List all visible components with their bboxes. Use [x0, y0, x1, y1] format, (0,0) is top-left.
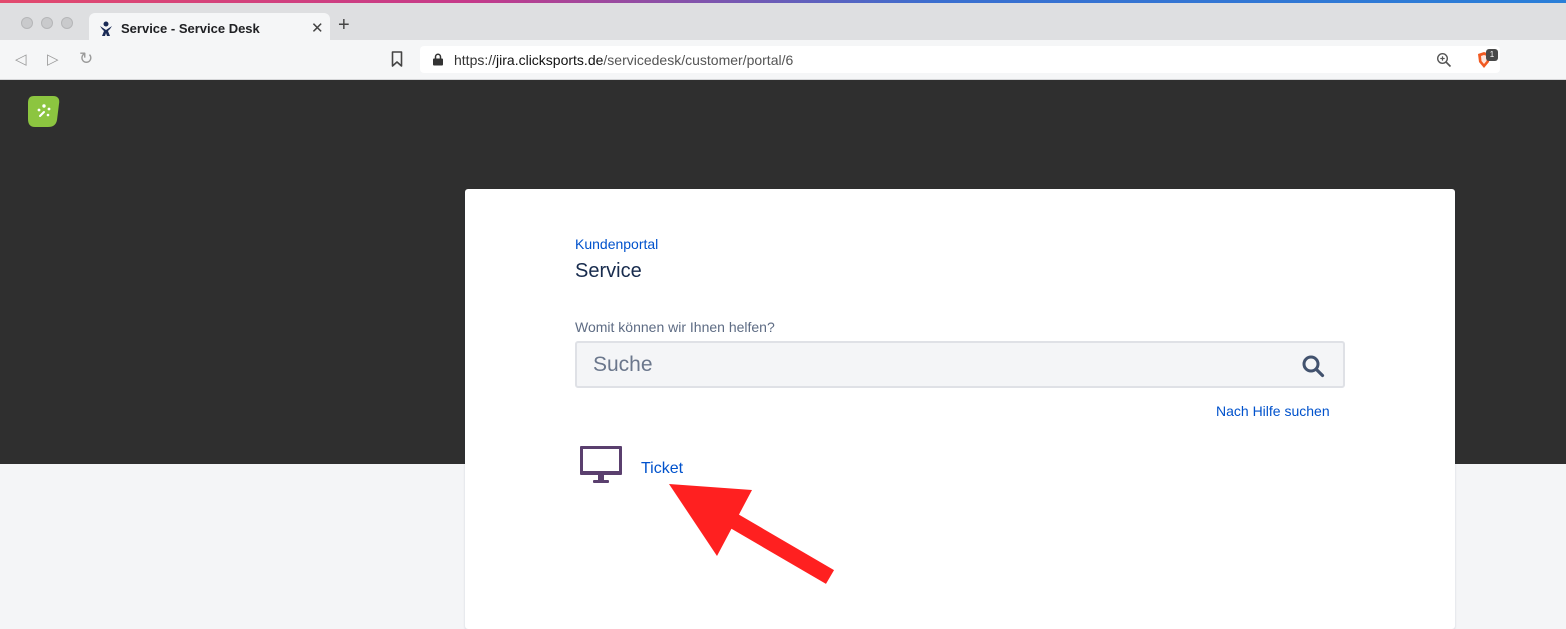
- zoom-icon[interactable]: [1436, 52, 1452, 68]
- url-scheme: https://: [454, 52, 497, 68]
- browser-toolbar: ◁ ▷ ↻ https://jira.clicksports.de/servic…: [0, 40, 1566, 80]
- window-minimize-button[interactable]: [41, 17, 53, 29]
- bookmark-icon[interactable]: [391, 51, 403, 67]
- monitor-icon: [580, 446, 622, 483]
- request-type-label[interactable]: Ticket: [641, 460, 683, 478]
- search-icon[interactable]: [1301, 354, 1325, 378]
- reload-button[interactable]: ↻: [79, 49, 93, 69]
- lock-icon: [433, 53, 443, 66]
- url-domain: jira.clicksports.de: [496, 52, 604, 68]
- search-input[interactable]: [577, 343, 1293, 386]
- search-box: [575, 341, 1345, 388]
- url-text: https://jira.clicksports.de/servicedesk/…: [454, 52, 793, 68]
- portal-card: Kundenportal Service Womit können wir Ih…: [465, 189, 1455, 629]
- address-bar[interactable]: https://jira.clicksports.de/servicedesk/…: [420, 46, 1500, 73]
- shields-count-badge: 1: [1486, 49, 1498, 61]
- window-close-button[interactable]: [21, 17, 33, 29]
- url-path: /servicedesk/customer/portal/6: [603, 52, 794, 68]
- new-tab-button[interactable]: +: [338, 15, 350, 35]
- page-title: Service: [575, 260, 642, 282]
- browser-tab-bar: Service - Service Desk ✕ +: [0, 3, 1566, 46]
- breadcrumb-kundenportal[interactable]: Kundenportal: [575, 236, 658, 252]
- tab-title: Service - Service Desk: [121, 21, 260, 36]
- annotation-arrow: [669, 484, 835, 584]
- back-button[interactable]: ◁: [15, 50, 27, 68]
- portal-logo[interactable]: [27, 94, 61, 128]
- tab-close-icon[interactable]: ✕: [311, 19, 324, 37]
- search-help-link[interactable]: Nach Hilfe suchen: [1216, 403, 1330, 419]
- request-type-ticket[interactable]: Ticket: [579, 445, 779, 485]
- jira-service-desk-icon: [100, 21, 112, 36]
- forward-button[interactable]: ▷: [47, 50, 59, 68]
- window-zoom-button[interactable]: [61, 17, 73, 29]
- search-label: Womit können wir Ihnen helfen?: [575, 319, 775, 335]
